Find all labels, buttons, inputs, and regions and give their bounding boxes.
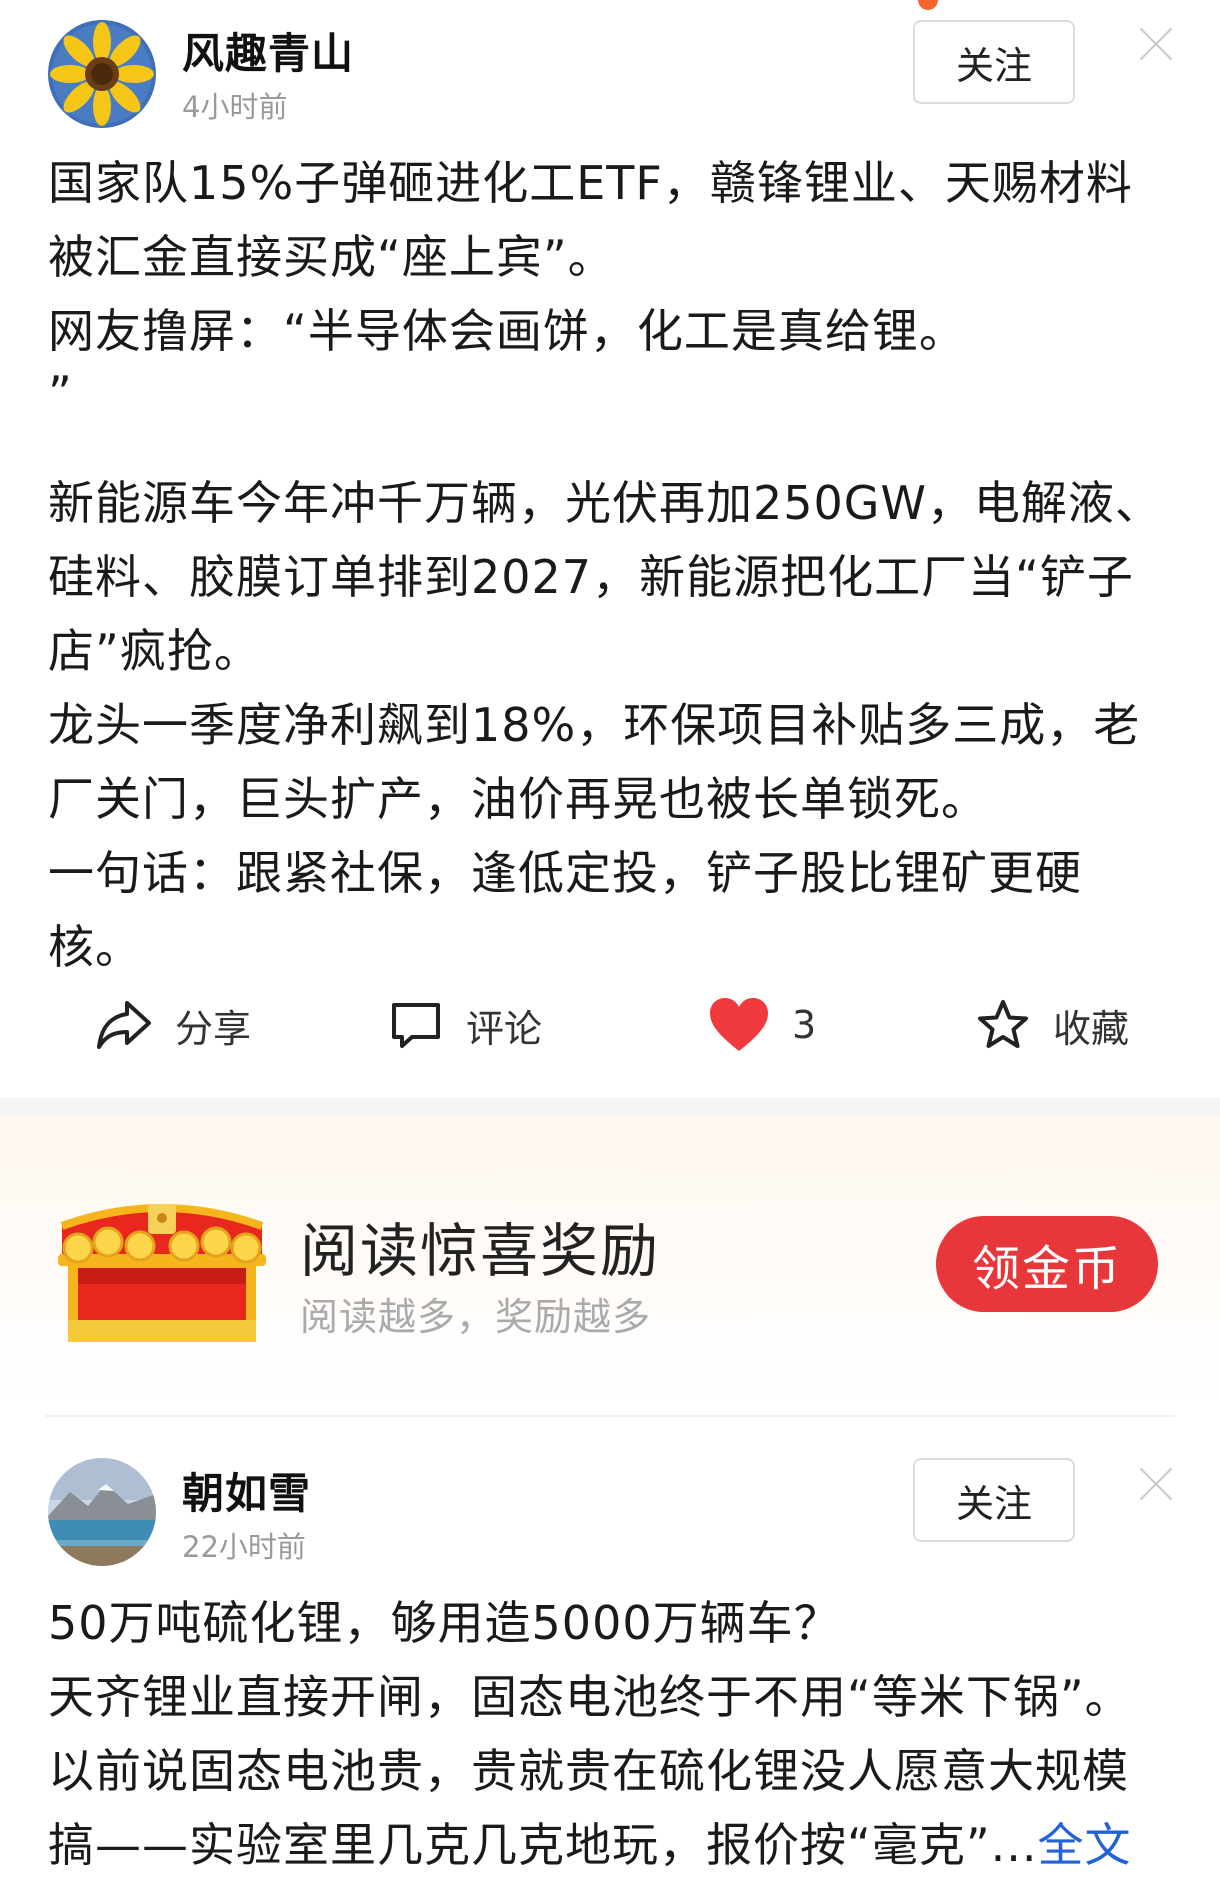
post-line: 店”疯抢。	[48, 624, 261, 678]
reward-subtitle: 阅读越多，奖励越多	[300, 1295, 652, 1339]
author-name[interactable]: 朝如雪	[182, 1460, 311, 1521]
post-line: 网友撸屏：“半导体会画饼，化工是真给锂。	[48, 304, 966, 358]
post-time: 22小时前	[182, 1530, 306, 1564]
post-line: 硅料、胶膜订单排到2027，新能源把化工厂当“铲子	[48, 550, 1134, 604]
post-line: 一句话：跟紧社保，逢低定投，铲子股比锂矿更硬	[48, 846, 1082, 900]
reward-title: 阅读惊喜奖励	[300, 1217, 661, 1285]
post-content[interactable]: 国家队15%子弹砸进化工ETF，赣锋锂业、天赐材料 被汇金直接买成“座上宾”。 …	[48, 146, 1183, 984]
close-icon[interactable]	[1138, 1466, 1174, 1502]
reading-reward-banner[interactable]: 阅读惊喜奖励 阅读越多，奖励越多 领金币	[0, 1116, 1220, 1416]
heart-icon	[710, 998, 768, 1051]
follow-button[interactable]: 关注	[913, 1458, 1075, 1542]
post-line-text: 搞——实验室里几克几克地玩，报价按“毫克”...	[48, 1818, 1038, 1872]
post-line: 以前说固态电池贵，贵就贵在硫化锂没人愿意大规模	[48, 1744, 1129, 1798]
treasure-chest-icon	[58, 1204, 266, 1342]
comment-button[interactable]: 评论	[388, 985, 542, 1065]
sunflower-avatar-image	[48, 20, 156, 128]
full-text-link[interactable]: 全文	[1038, 1818, 1132, 1872]
star-icon	[978, 1000, 1028, 1048]
favorite-label: 收藏	[1053, 1006, 1130, 1051]
author-name[interactable]: 风趣青山	[182, 20, 354, 81]
close-icon[interactable]	[1138, 26, 1174, 62]
post-line: 天齐锂业直接开闸，固态电池终于不用“等米下锅”。	[48, 1670, 1132, 1724]
post-line: 新能源车今年冲千万辆，光伏再加250GW，电解液、	[48, 476, 1162, 530]
feed-post: 朝如雪 22小时前 关注 50万吨硫化锂，够用造5000万辆车？ 天齐锂业直接开…	[0, 1440, 1220, 1901]
section-divider	[0, 1098, 1220, 1116]
share-icon	[97, 1001, 151, 1049]
avatar[interactable]	[48, 1458, 156, 1566]
avatar[interactable]	[48, 20, 156, 128]
follow-button[interactable]: 关注	[913, 20, 1075, 104]
post-line: 50万吨硫化锂，够用造5000万辆车？	[48, 1596, 841, 1650]
favorite-button[interactable]: 收藏	[975, 985, 1129, 1065]
comment-icon	[392, 1003, 440, 1048]
divider	[45, 1415, 1175, 1417]
post-line: 厂关门，巨头扩产，油价再晃也被长单锁死。	[48, 772, 988, 826]
share-label: 分享	[175, 1006, 252, 1051]
post-line: 被汇金直接买成“座上宾”。	[48, 230, 615, 284]
comment-label: 评论	[466, 1006, 543, 1051]
post-action-bar: 分享 评论 3 收藏	[0, 985, 1220, 1065]
post-line-last: 搞——实验室里几克几克地玩，报价按“毫克”...全文	[48, 1808, 1183, 1882]
like-count: 3	[792, 1003, 817, 1047]
share-button[interactable]: 分享	[95, 985, 251, 1065]
post-line-spacer	[48, 418, 1183, 466]
claim-coins-button[interactable]: 领金币	[936, 1216, 1158, 1312]
landscape-avatar-image	[48, 1458, 156, 1566]
post-line: 国家队15%子弹砸进化工ETF，赣锋锂业、天赐材料	[48, 156, 1133, 210]
like-button[interactable]: 3	[708, 985, 816, 1065]
post-line: 核。	[48, 920, 142, 974]
post-line: ”	[48, 366, 73, 420]
post-time: 4小时前	[182, 90, 288, 124]
feed-post: 风趣青山 4小时前 关注 国家队15%子弹砸进化工ETF，赣锋锂业、天赐材料 被…	[0, 0, 1220, 1098]
post-line: 龙头一季度净利飙到18%，环保项目补贴多三成，老	[48, 698, 1141, 752]
post-content[interactable]: 50万吨硫化锂，够用造5000万辆车？ 天齐锂业直接开闸，固态电池终于不用“等米…	[48, 1586, 1183, 1882]
